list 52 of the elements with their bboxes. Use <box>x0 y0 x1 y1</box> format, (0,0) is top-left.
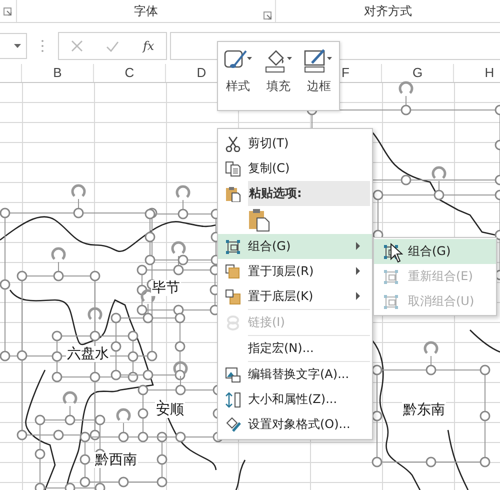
submenu-arrow-icon <box>356 242 360 250</box>
dialog-launcher-icon <box>3 6 12 16</box>
paste-option-button[interactable] <box>248 208 270 232</box>
pencil-icon <box>304 48 334 73</box>
ribbon-group-label: 对齐方式 <box>364 2 412 20</box>
group-icon <box>383 294 399 310</box>
map-region-label: 黔东南 <box>402 402 446 418</box>
format-brush-icon <box>225 416 241 432</box>
toolbar-button[interactable]: 填充 <box>264 48 293 98</box>
group-icon <box>225 238 241 254</box>
menu-item[interactable]: 置于顶层(R) <box>218 259 372 284</box>
map-region-label: 安顺 <box>155 402 185 418</box>
menu-item[interactable]: 组合(G) <box>374 239 496 264</box>
menu-item[interactable]: 剪切(T) <box>218 131 372 156</box>
column-header: B <box>22 64 94 82</box>
scissors-icon <box>225 136 241 152</box>
ribbon-group-label: 字体 <box>134 2 158 20</box>
clipboard-icon <box>225 186 241 202</box>
map-region-label: 黔西南 <box>94 452 138 468</box>
column-header: C <box>94 64 166 82</box>
mouse-cursor-icon <box>390 243 403 263</box>
grip-icon <box>41 39 44 53</box>
menu-item[interactable]: 大小和属性(Z)... <box>218 387 372 412</box>
column-header: G <box>382 64 454 82</box>
clipboard-icon <box>248 208 270 232</box>
map-region-label: 六盘水 <box>66 346 110 362</box>
dialog-launcher-icon <box>263 11 272 20</box>
menu-item[interactable]: 组合(G) <box>218 234 372 259</box>
menu-section-header: 粘贴选项: <box>248 181 370 206</box>
menu-item[interactable]: 指定宏(N)... <box>218 336 372 361</box>
menu-item[interactable]: 设置对象格式(O)... <box>218 412 372 437</box>
caret-icon <box>14 44 21 48</box>
check-icon <box>106 40 120 52</box>
submenu-arrow-icon <box>356 267 360 275</box>
submenu-arrow-icon <box>356 292 360 300</box>
bring-forward-icon <box>225 264 241 280</box>
resize-icon <box>225 392 241 408</box>
send-backward-icon <box>225 288 241 304</box>
picture-text-icon <box>225 366 241 382</box>
menu-item[interactable]: 编辑替换文字(A)... <box>218 362 372 387</box>
map-region-label: 毕节 <box>151 280 181 296</box>
menu-item[interactable]: 置于底层(K) <box>218 284 372 309</box>
group-icon <box>383 268 399 284</box>
insert-function-button[interactable]: fx <box>138 36 158 56</box>
column-header: H <box>454 64 500 82</box>
paint-bucket-icon <box>264 48 293 73</box>
selection-frame[interactable] <box>372 341 490 468</box>
selection-frame[interactable] <box>52 307 138 382</box>
menu-item[interactable]: 复制(C) <box>218 156 372 181</box>
copy-icon <box>225 160 241 176</box>
link-icon <box>225 314 241 330</box>
close-icon <box>70 40 83 52</box>
